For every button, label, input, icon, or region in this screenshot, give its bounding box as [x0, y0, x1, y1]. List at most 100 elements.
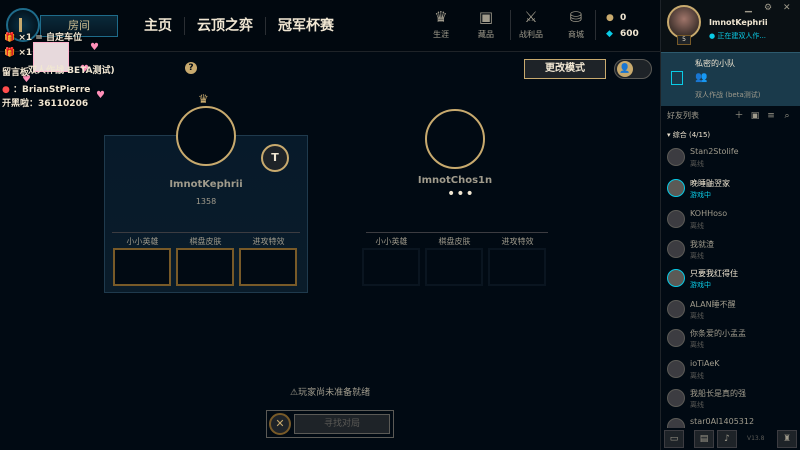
close-icon[interactable]: ✕: [783, 3, 791, 13]
add-friend-icon[interactable]: ＋: [731, 108, 747, 121]
slot-labels: 小小英雄 棋盘皮肤 进攻特效: [360, 236, 549, 247]
divider: [112, 232, 300, 233]
friends-header: 好友列表 ＋ ▣ ≡ ⌕: [661, 108, 800, 124]
rp-balance[interactable]: ● 0: [606, 13, 626, 23]
player-avatar[interactable]: [176, 106, 236, 166]
avatar: [667, 300, 685, 318]
friend-item[interactable]: 你条爱的小孟孟 离线: [661, 325, 800, 355]
friend-item[interactable]: star0AI1405312: [661, 414, 800, 428]
cosmetic-slots: [362, 248, 551, 286]
cosmetic-slots: [113, 248, 302, 286]
friend-item[interactable]: ioTiAeK 离线: [661, 356, 800, 386]
client-version: V13.8: [747, 435, 765, 442]
friend-item[interactable]: KOHHoso 离线: [661, 206, 800, 236]
leave-lobby-button[interactable]: ✕: [269, 413, 291, 435]
nav-profile[interactable]: ♛ 生涯: [424, 8, 458, 40]
chat-icon[interactable]: ▭: [664, 430, 684, 448]
notification-icon[interactable]: ♜: [777, 430, 797, 448]
player-status: •••: [447, 186, 475, 202]
avatar: [667, 269, 685, 287]
party-title: 私密的小队: [695, 59, 735, 68]
overlay-line-5: 开黑啦：36110206: [2, 99, 89, 109]
icon-nav: ♛ 生涯 ▣ 藏品 ⚔ 战利品 ⛁ 商城: [424, 8, 604, 40]
my-profile[interactable]: 5 ImnotKephrii ● 正在建双人作... ▁ ⚙ ✕: [661, 0, 800, 52]
voice-icon[interactable]: ♪: [717, 430, 737, 448]
friend-item[interactable]: 我船长是真的强 离线: [661, 385, 800, 415]
mission-icon[interactable]: ▤: [694, 430, 714, 448]
weibo-icon: ●: [2, 85, 10, 95]
heart-icon: ♥: [96, 90, 105, 101]
help-icon[interactable]: ?: [185, 62, 197, 74]
social-bottom-bar: ▭ ▤ ♪ V13.8 ♜: [661, 428, 800, 450]
slot-label-boom: 进攻特效: [252, 237, 285, 246]
boom-slot: [488, 248, 546, 286]
nav-store[interactable]: ⛁ 商城: [559, 8, 593, 40]
blue-essence-balance[interactable]: ◆ 600: [606, 29, 639, 39]
nav-loot[interactable]: ⚔ 战利品: [514, 8, 548, 40]
friend-item[interactable]: 只要我红得住 游戏中: [661, 265, 800, 295]
slot-label-arena-skin: 棋盘皮肤: [438, 237, 471, 246]
friends-title: 好友列表: [667, 111, 699, 120]
rp-icon: ●: [606, 13, 614, 23]
tft-rank-icon[interactable]: T: [261, 144, 289, 172]
player-name: ImnotKephrii: [169, 179, 243, 190]
avatar: [667, 210, 685, 228]
avatar: [667, 148, 685, 166]
avatar: [667, 179, 685, 197]
search-icon[interactable]: ⌕: [779, 111, 795, 121]
find-match-button[interactable]: 寻找对局: [294, 414, 390, 434]
my-avatar[interactable]: [667, 5, 701, 39]
crown-icon: ♛: [198, 92, 209, 106]
change-mode-button[interactable]: 更改模式: [524, 59, 606, 79]
friend-item[interactable]: 晚睡鼬翌家 游戏中: [661, 175, 800, 205]
friends-tools: ＋ ▣ ≡ ⌕: [731, 108, 795, 121]
nav-collection[interactable]: ▣ 藏品: [469, 8, 503, 40]
little-legend-slot[interactable]: [113, 248, 171, 286]
nav-home[interactable]: 主页: [132, 17, 185, 35]
divider: [366, 232, 548, 233]
my-name: ImnotKephrii: [709, 18, 768, 27]
minimize-icon[interactable]: ▁: [745, 3, 752, 13]
player-name: ImnotChos1n: [417, 175, 493, 186]
friend-item[interactable]: ALAN睡不醒 离线: [661, 296, 800, 326]
arena-skin-slot[interactable]: [176, 248, 234, 286]
add-folder-icon[interactable]: ▣: [747, 111, 763, 121]
avatar: [667, 329, 685, 347]
overlay-line-3: 留言板: [2, 68, 30, 78]
party-panel[interactable]: 私密的小队 👥 双人作战 (beta测试): [661, 52, 800, 106]
person-icon: 👤: [617, 61, 633, 77]
settings-icon[interactable]: ⚙: [764, 3, 772, 13]
shield-icon: [671, 71, 683, 85]
divider: [595, 10, 596, 40]
store-icon: ⛁: [569, 8, 583, 26]
slot-label-little-legend: 小小英雄: [126, 237, 159, 246]
overlay-line-4: ● ：BrianStPierre: [2, 85, 91, 95]
blue-essence-icon: ◆: [606, 29, 613, 39]
friend-item[interactable]: Stan2Stolife 离线: [661, 144, 800, 174]
avatar: [667, 389, 685, 407]
collection-icon: ▣: [478, 8, 494, 26]
gift-icon: 🎁: [4, 33, 16, 43]
avatar: [667, 360, 685, 378]
my-status[interactable]: ● 正在建双人作...: [709, 31, 766, 41]
list-icon[interactable]: ≡: [763, 111, 779, 121]
open-party-toggle[interactable]: 👤: [614, 59, 652, 79]
friend-item[interactable]: 我就渣 离线: [661, 236, 800, 266]
social-panel: 5 ImnotKephrii ● 正在建双人作... ▁ ⚙ ✕ 私密的小队 👥…: [660, 0, 800, 450]
loot-icon: ⚔: [524, 8, 538, 26]
little-legend-slot: [362, 248, 420, 286]
nav-tft[interactable]: 云顶之弈: [185, 17, 266, 35]
player-avatar[interactable]: [425, 109, 485, 169]
divider: [510, 10, 511, 40]
nav-clash[interactable]: 冠军杯赛: [266, 17, 346, 35]
arena-skin-slot: [425, 248, 483, 286]
avatar: [667, 418, 685, 428]
heart-icon: ♥: [90, 42, 99, 53]
avatar: [667, 240, 685, 258]
slot-label-boom: 进攻特效: [501, 237, 534, 246]
profile-icon: ♛: [434, 8, 448, 26]
friend-group-header[interactable]: ▾ 综合 (4/15): [667, 130, 710, 140]
player-score: 1358: [195, 197, 217, 206]
boom-slot[interactable]: [239, 248, 297, 286]
overlay-line-2: 🎁 ×1: [4, 48, 33, 58]
